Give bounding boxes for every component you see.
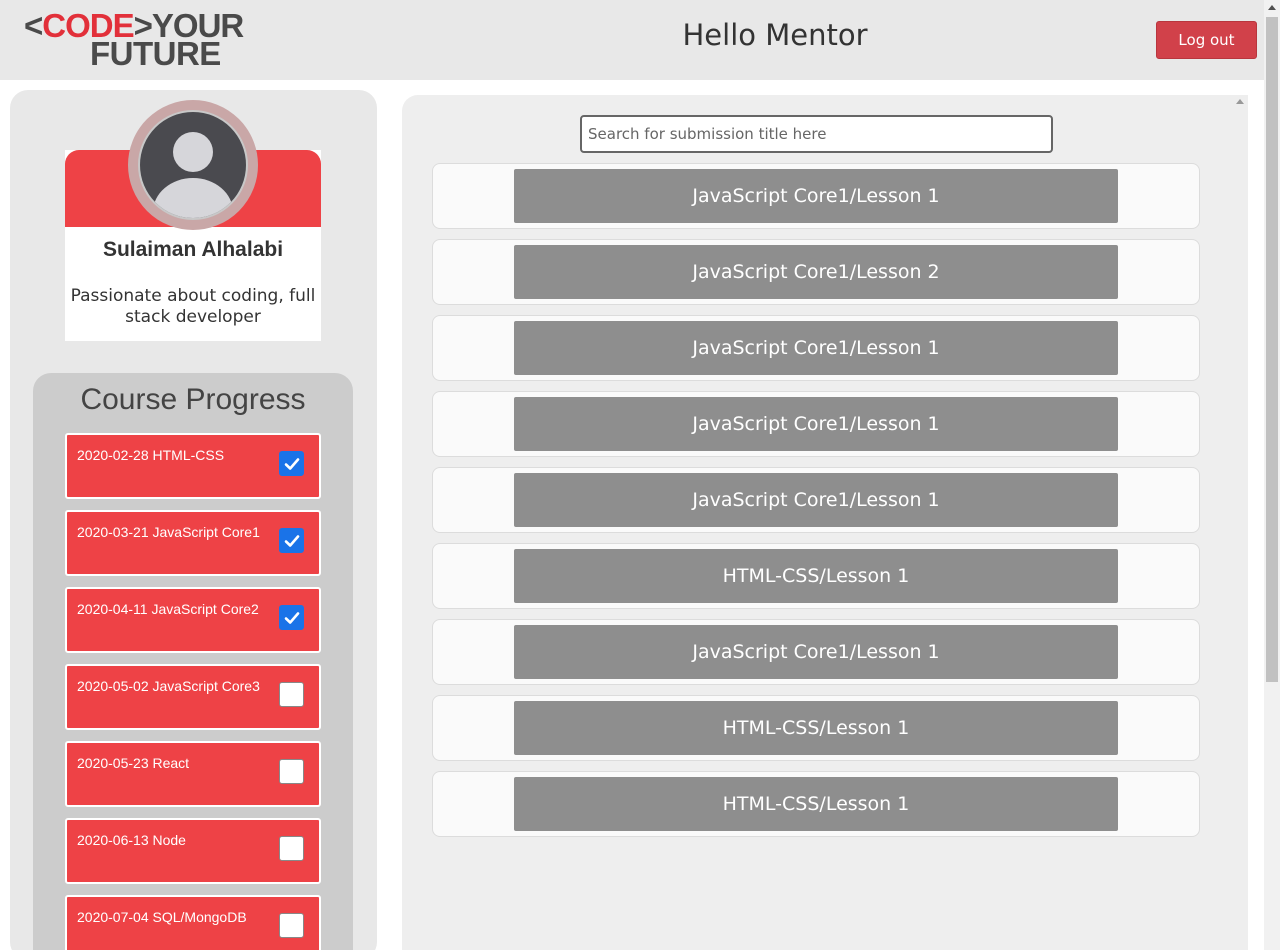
scroll-up-arrow-icon[interactable] <box>1268 5 1276 10</box>
submission-row: HTML-CSS/Lesson 1 <box>432 695 1200 761</box>
submission-button[interactable]: JavaScript Core1/Lesson 1 <box>514 169 1118 223</box>
progress-item-label: 2020-03-21 JavaScript Core1 <box>77 524 260 540</box>
profile-bio: Passionate about coding, full stack deve… <box>70 286 316 327</box>
logo-future-text: FUTURE <box>90 35 221 72</box>
user-silhouette-icon <box>140 112 246 218</box>
submission-button[interactable]: JavaScript Core1/Lesson 2 <box>514 245 1118 299</box>
logout-button[interactable]: Log out <box>1156 21 1257 59</box>
progress-checkbox[interactable] <box>279 605 304 630</box>
course-progress-panel: Course Progress 2020-02-28 HTML-CSS 2020-… <box>33 373 353 950</box>
submission-row: HTML-CSS/Lesson 1 <box>432 543 1200 609</box>
checkmark-icon <box>284 457 299 470</box>
progress-item: 2020-04-11 JavaScript Core2 <box>65 587 321 653</box>
progress-checkbox[interactable] <box>279 836 304 861</box>
submission-row: JavaScript Core1/Lesson 2 <box>432 239 1200 305</box>
progress-checkbox[interactable] <box>279 528 304 553</box>
page-scrollbar[interactable] <box>1264 0 1280 950</box>
sidebar: Sulaiman Alhalabi Passionate about codin… <box>10 90 377 950</box>
progress-item-label: 2020-06-13 Node <box>77 832 186 848</box>
search-input[interactable] <box>580 115 1053 153</box>
submission-row: HTML-CSS/Lesson 1 <box>432 771 1200 837</box>
submission-button[interactable]: JavaScript Core1/Lesson 1 <box>514 473 1118 527</box>
progress-item: 2020-07-04 SQL/MongoDB <box>65 895 321 950</box>
submission-button[interactable]: HTML-CSS/Lesson 1 <box>514 701 1118 755</box>
codeyourfuture-logo[interactable]: <CODE>YOUR FUTURE <box>24 9 244 72</box>
scroll-up-arrow-icon[interactable] <box>1236 99 1244 104</box>
submission-button[interactable]: HTML-CSS/Lesson 1 <box>514 777 1118 831</box>
submission-row: JavaScript Core1/Lesson 1 <box>432 619 1200 685</box>
avatar <box>128 100 258 230</box>
progress-item: 2020-03-21 JavaScript Core1 <box>65 510 321 576</box>
submissions-panel: JavaScript Core1/Lesson 1 JavaScript Core… <box>402 95 1248 950</box>
submission-button[interactable]: JavaScript Core1/Lesson 1 <box>514 321 1118 375</box>
course-progress-title: Course Progress <box>80 383 306 416</box>
progress-item: 2020-02-28 HTML-CSS <box>65 433 321 499</box>
submission-button[interactable]: HTML-CSS/Lesson 1 <box>514 549 1118 603</box>
submission-row: JavaScript Core1/Lesson 1 <box>432 391 1200 457</box>
page-title: Hello Mentor <box>682 18 868 52</box>
submission-row: JavaScript Core1/Lesson 1 <box>432 467 1200 533</box>
progress-checkbox[interactable] <box>279 682 304 707</box>
submissions-scrollbar[interactable] <box>1232 95 1248 950</box>
progress-item-label: 2020-05-02 JavaScript Core3 <box>77 678 260 694</box>
progress-item-label: 2020-07-04 SQL/MongoDB <box>77 909 247 925</box>
submission-row: JavaScript Core1/Lesson 1 <box>432 163 1200 229</box>
submission-row: JavaScript Core1/Lesson 1 <box>432 315 1200 381</box>
progress-item-label: 2020-05-23 React <box>77 755 190 771</box>
progress-checkbox[interactable] <box>279 451 304 476</box>
progress-item: 2020-06-13 Node <box>65 818 321 884</box>
checkmark-icon <box>284 611 299 624</box>
progress-checkbox[interactable] <box>279 759 304 784</box>
progress-item-label: 2020-04-11 JavaScript Core2 <box>77 601 259 617</box>
progress-checkbox[interactable] <box>279 913 304 938</box>
progress-item: 2020-05-23 React <box>65 741 321 807</box>
checkmark-icon <box>284 534 299 547</box>
submission-button[interactable]: JavaScript Core1/Lesson 1 <box>514 625 1118 679</box>
progress-item: 2020-05-02 JavaScript Core3 <box>65 664 321 730</box>
logo-bracket-left: < <box>24 7 43 44</box>
profile-name: Sulaiman Alhalabi <box>102 238 284 261</box>
progress-item-label: 2020-02-28 HTML-CSS <box>77 447 225 463</box>
submission-button[interactable]: JavaScript Core1/Lesson 1 <box>514 397 1118 451</box>
app-header: <CODE>YOUR FUTURE Hello Mentor Log out <box>0 0 1264 80</box>
scrollbar-thumb[interactable] <box>1266 17 1278 682</box>
